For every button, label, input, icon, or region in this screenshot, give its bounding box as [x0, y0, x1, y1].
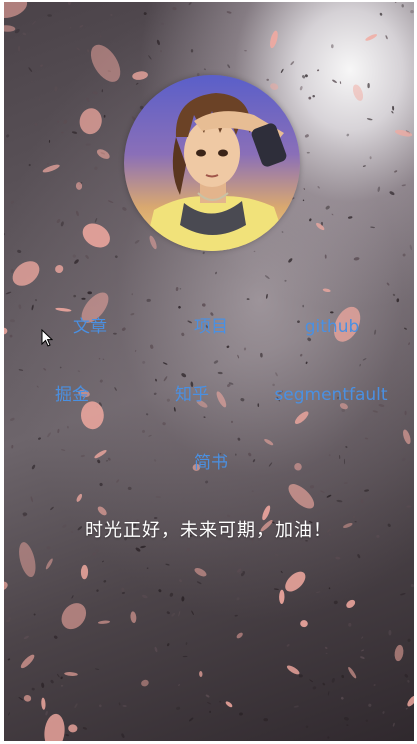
frame-border-left [0, 0, 4, 744]
avatar-illustration [124, 75, 300, 251]
motto-text: 时光正好，未来可期，加油！ [85, 520, 332, 541]
nav-link-articles[interactable]: 文章 [73, 317, 107, 337]
nav-link-github[interactable]: github [305, 317, 360, 337]
nav-link-jianshu[interactable]: 简书 [194, 453, 228, 473]
nav-link-juejin[interactable]: 掘金 [55, 385, 89, 405]
page-background: 文章 项目 github 掘金 知乎 segmentfault 简书 时光正好，… [0, 0, 417, 744]
profile-avatar[interactable] [124, 75, 300, 251]
nav-link-projects[interactable]: 项目 [194, 317, 228, 337]
nav-link-segmentfault[interactable]: segmentfault [274, 385, 387, 405]
frame-border-top [0, 0, 417, 2]
nav-link-zhihu[interactable]: 知乎 [175, 385, 209, 405]
mouse-pointer-icon [41, 329, 53, 347]
